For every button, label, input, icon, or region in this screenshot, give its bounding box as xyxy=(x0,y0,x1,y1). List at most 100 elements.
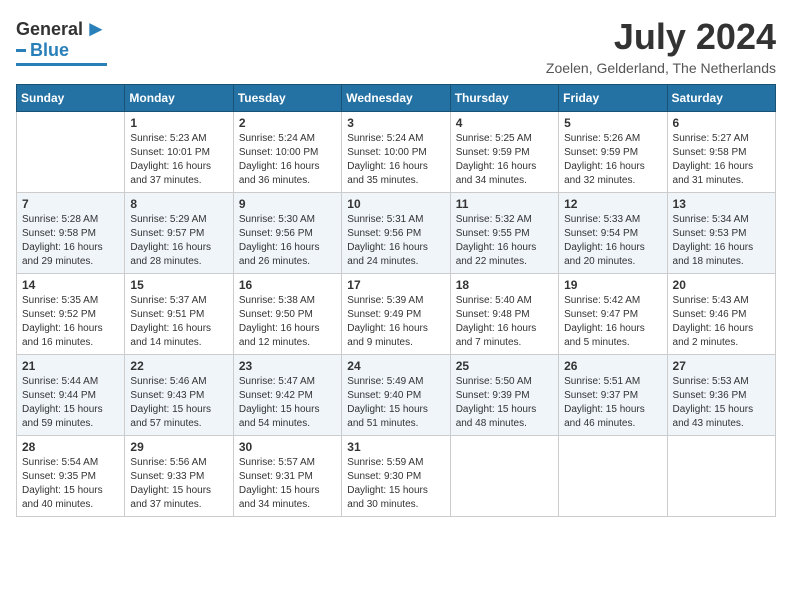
day-number: 5 xyxy=(564,116,661,130)
day-number: 15 xyxy=(130,278,227,292)
day-number: 17 xyxy=(347,278,444,292)
cell-info: Sunrise: 5:34 AMSunset: 9:53 PMDaylight:… xyxy=(673,213,770,269)
day-number: 7 xyxy=(22,197,119,211)
day-number: 8 xyxy=(130,197,227,211)
cell-info: Sunrise: 5:44 AMSunset: 9:44 PMDaylight:… xyxy=(22,375,119,431)
calendar-cell: 8 Sunrise: 5:29 AMSunset: 9:57 PMDaylight… xyxy=(125,193,233,274)
calendar-cell: 1Sunrise: 5:23 AMSunset: 10:01 PMDayligh… xyxy=(125,112,233,193)
calendar-cell: 3 Sunrise: 5:24 AMSunset: 10:00 PMDayligh… xyxy=(342,112,450,193)
day-number: 14 xyxy=(22,278,119,292)
cell-info: Sunrise: 5:29 AMSunset: 9:57 PMDaylight:… xyxy=(130,213,227,269)
calendar-cell xyxy=(559,436,667,517)
day-number: 20 xyxy=(673,278,770,292)
location-text: Zoelen, Gelderland, The Netherlands xyxy=(546,60,776,76)
weekday-header-friday: Friday xyxy=(559,85,667,112)
day-number: 16 xyxy=(239,278,336,292)
logo-bird-icon: ► xyxy=(85,16,107,42)
calendar-cell: 2 Sunrise: 5:24 AMSunset: 10:00 PMDayligh… xyxy=(233,112,341,193)
day-number: 13 xyxy=(673,197,770,211)
calendar-cell: 31 Sunrise: 5:59 AMSunset: 9:30 PMDayligh… xyxy=(342,436,450,517)
weekday-header-wednesday: Wednesday xyxy=(342,85,450,112)
calendar-cell: 15Sunrise: 5:37 AMSunset: 9:51 PMDayligh… xyxy=(125,274,233,355)
cell-info: Sunrise: 5:24 AMSunset: 10:00 PMDaylight… xyxy=(239,132,336,188)
cell-info: Sunrise: 5:32 AMSunset: 9:55 PMDaylight:… xyxy=(456,213,553,269)
cell-info: Sunrise: 5:57 AMSunset: 9:31 PMDaylight:… xyxy=(239,456,336,512)
cell-info: Sunrise: 5:59 AMSunset: 9:30 PMDaylight:… xyxy=(347,456,444,512)
day-number: 18 xyxy=(456,278,553,292)
day-number: 23 xyxy=(239,359,336,373)
day-number: 26 xyxy=(564,359,661,373)
cell-info: Sunrise: 5:35 AMSunset: 9:52 PMDaylight:… xyxy=(22,294,119,350)
day-number: 24 xyxy=(347,359,444,373)
calendar-cell: 6 Sunrise: 5:27 AMSunset: 9:58 PMDaylight… xyxy=(667,112,775,193)
calendar-cell: 25Sunrise: 5:50 AMSunset: 9:39 PMDayligh… xyxy=(450,355,558,436)
calendar-cell: 14 Sunrise: 5:35 AMSunset: 9:52 PMDayligh… xyxy=(17,274,125,355)
calendar-cell xyxy=(17,112,125,193)
weekday-header-sunday: Sunday xyxy=(17,85,125,112)
day-number: 12 xyxy=(564,197,661,211)
cell-info: Sunrise: 5:46 AMSunset: 9:43 PMDaylight:… xyxy=(130,375,227,431)
calendar-cell: 23 Sunrise: 5:47 AMSunset: 9:42 PMDayligh… xyxy=(233,355,341,436)
cell-info: Sunrise: 5:27 AMSunset: 9:58 PMDaylight:… xyxy=(673,132,770,188)
calendar-cell: 27 Sunrise: 5:53 AMSunset: 9:36 PMDayligh… xyxy=(667,355,775,436)
day-number: 2 xyxy=(239,116,336,130)
calendar-cell: 17 Sunrise: 5:39 AMSunset: 9:49 PMDayligh… xyxy=(342,274,450,355)
cell-info: Sunrise: 5:42 AMSunset: 9:47 PMDaylight:… xyxy=(564,294,661,350)
day-number: 19 xyxy=(564,278,661,292)
title-area: July 2024 Zoelen, Gelderland, The Nether… xyxy=(546,16,776,76)
cell-info: Sunrise: 5:30 AMSunset: 9:56 PMDaylight:… xyxy=(239,213,336,269)
calendar-week-row: 14 Sunrise: 5:35 AMSunset: 9:52 PMDayligh… xyxy=(17,274,776,355)
day-number: 9 xyxy=(239,197,336,211)
day-number: 11 xyxy=(456,197,553,211)
calendar-table: SundayMondayTuesdayWednesdayThursdayFrid… xyxy=(16,84,776,517)
logo-general-text: General xyxy=(16,19,83,40)
cell-info: Sunrise: 5:24 AMSunset: 10:00 PMDaylight… xyxy=(347,132,444,188)
cell-info: Sunrise: 5:50 AMSunset: 9:39 PMDaylight:… xyxy=(456,375,553,431)
calendar-week-row: 28 Sunrise: 5:54 AMSunset: 9:35 PMDayligh… xyxy=(17,436,776,517)
cell-info: Sunrise: 5:25 AMSunset: 9:59 PMDaylight:… xyxy=(456,132,553,188)
day-number: 10 xyxy=(347,197,444,211)
day-number: 22 xyxy=(130,359,227,373)
calendar-cell: 10 Sunrise: 5:31 AMSunset: 9:56 PMDayligh… xyxy=(342,193,450,274)
weekday-header-thursday: Thursday xyxy=(450,85,558,112)
day-number: 6 xyxy=(673,116,770,130)
calendar-cell: 12 Sunrise: 5:33 AMSunset: 9:54 PMDayligh… xyxy=(559,193,667,274)
day-number: 3 xyxy=(347,116,444,130)
calendar-cell: 19 Sunrise: 5:42 AMSunset: 9:47 PMDayligh… xyxy=(559,274,667,355)
day-number: 29 xyxy=(130,440,227,454)
calendar-cell: 4Sunrise: 5:25 AMSunset: 9:59 PMDaylight… xyxy=(450,112,558,193)
calendar-week-row: 21 Sunrise: 5:44 AMSunset: 9:44 PMDayligh… xyxy=(17,355,776,436)
calendar-cell: 13 Sunrise: 5:34 AMSunset: 9:53 PMDayligh… xyxy=(667,193,775,274)
calendar-cell: 21 Sunrise: 5:44 AMSunset: 9:44 PMDayligh… xyxy=(17,355,125,436)
calendar-cell: 29Sunrise: 5:56 AMSunset: 9:33 PMDayligh… xyxy=(125,436,233,517)
cell-info: Sunrise: 5:43 AMSunset: 9:46 PMDaylight:… xyxy=(673,294,770,350)
calendar-week-row: 1Sunrise: 5:23 AMSunset: 10:01 PMDayligh… xyxy=(17,112,776,193)
cell-info: Sunrise: 5:38 AMSunset: 9:50 PMDaylight:… xyxy=(239,294,336,350)
day-number: 27 xyxy=(673,359,770,373)
cell-info: Sunrise: 5:47 AMSunset: 9:42 PMDaylight:… xyxy=(239,375,336,431)
cell-info: Sunrise: 5:53 AMSunset: 9:36 PMDaylight:… xyxy=(673,375,770,431)
calendar-cell: 16 Sunrise: 5:38 AMSunset: 9:50 PMDayligh… xyxy=(233,274,341,355)
cell-info: Sunrise: 5:54 AMSunset: 9:35 PMDaylight:… xyxy=(22,456,119,512)
day-number: 28 xyxy=(22,440,119,454)
logo: General ► Blue xyxy=(16,16,107,66)
weekday-header-tuesday: Tuesday xyxy=(233,85,341,112)
calendar-body: 1Sunrise: 5:23 AMSunset: 10:01 PMDayligh… xyxy=(17,112,776,517)
day-number: 31 xyxy=(347,440,444,454)
calendar-cell: 20 Sunrise: 5:43 AMSunset: 9:46 PMDayligh… xyxy=(667,274,775,355)
cell-info: Sunrise: 5:51 AMSunset: 9:37 PMDaylight:… xyxy=(564,375,661,431)
logo-underline xyxy=(16,63,107,66)
cell-info: Sunrise: 5:31 AMSunset: 9:56 PMDaylight:… xyxy=(347,213,444,269)
logo-blue-text: Blue xyxy=(30,40,69,61)
calendar-cell: 11 Sunrise: 5:32 AMSunset: 9:55 PMDayligh… xyxy=(450,193,558,274)
day-number: 30 xyxy=(239,440,336,454)
day-number: 21 xyxy=(22,359,119,373)
weekday-header-monday: Monday xyxy=(125,85,233,112)
calendar-cell: 9 Sunrise: 5:30 AMSunset: 9:56 PMDaylight… xyxy=(233,193,341,274)
calendar-cell: 7Sunrise: 5:28 AMSunset: 9:58 PMDaylight… xyxy=(17,193,125,274)
calendar-cell: 28 Sunrise: 5:54 AMSunset: 9:35 PMDayligh… xyxy=(17,436,125,517)
cell-info: Sunrise: 5:33 AMSunset: 9:54 PMDaylight:… xyxy=(564,213,661,269)
calendar-cell: 5Sunrise: 5:26 AMSunset: 9:59 PMDaylight… xyxy=(559,112,667,193)
cell-info: Sunrise: 5:39 AMSunset: 9:49 PMDaylight:… xyxy=(347,294,444,350)
calendar-cell xyxy=(450,436,558,517)
